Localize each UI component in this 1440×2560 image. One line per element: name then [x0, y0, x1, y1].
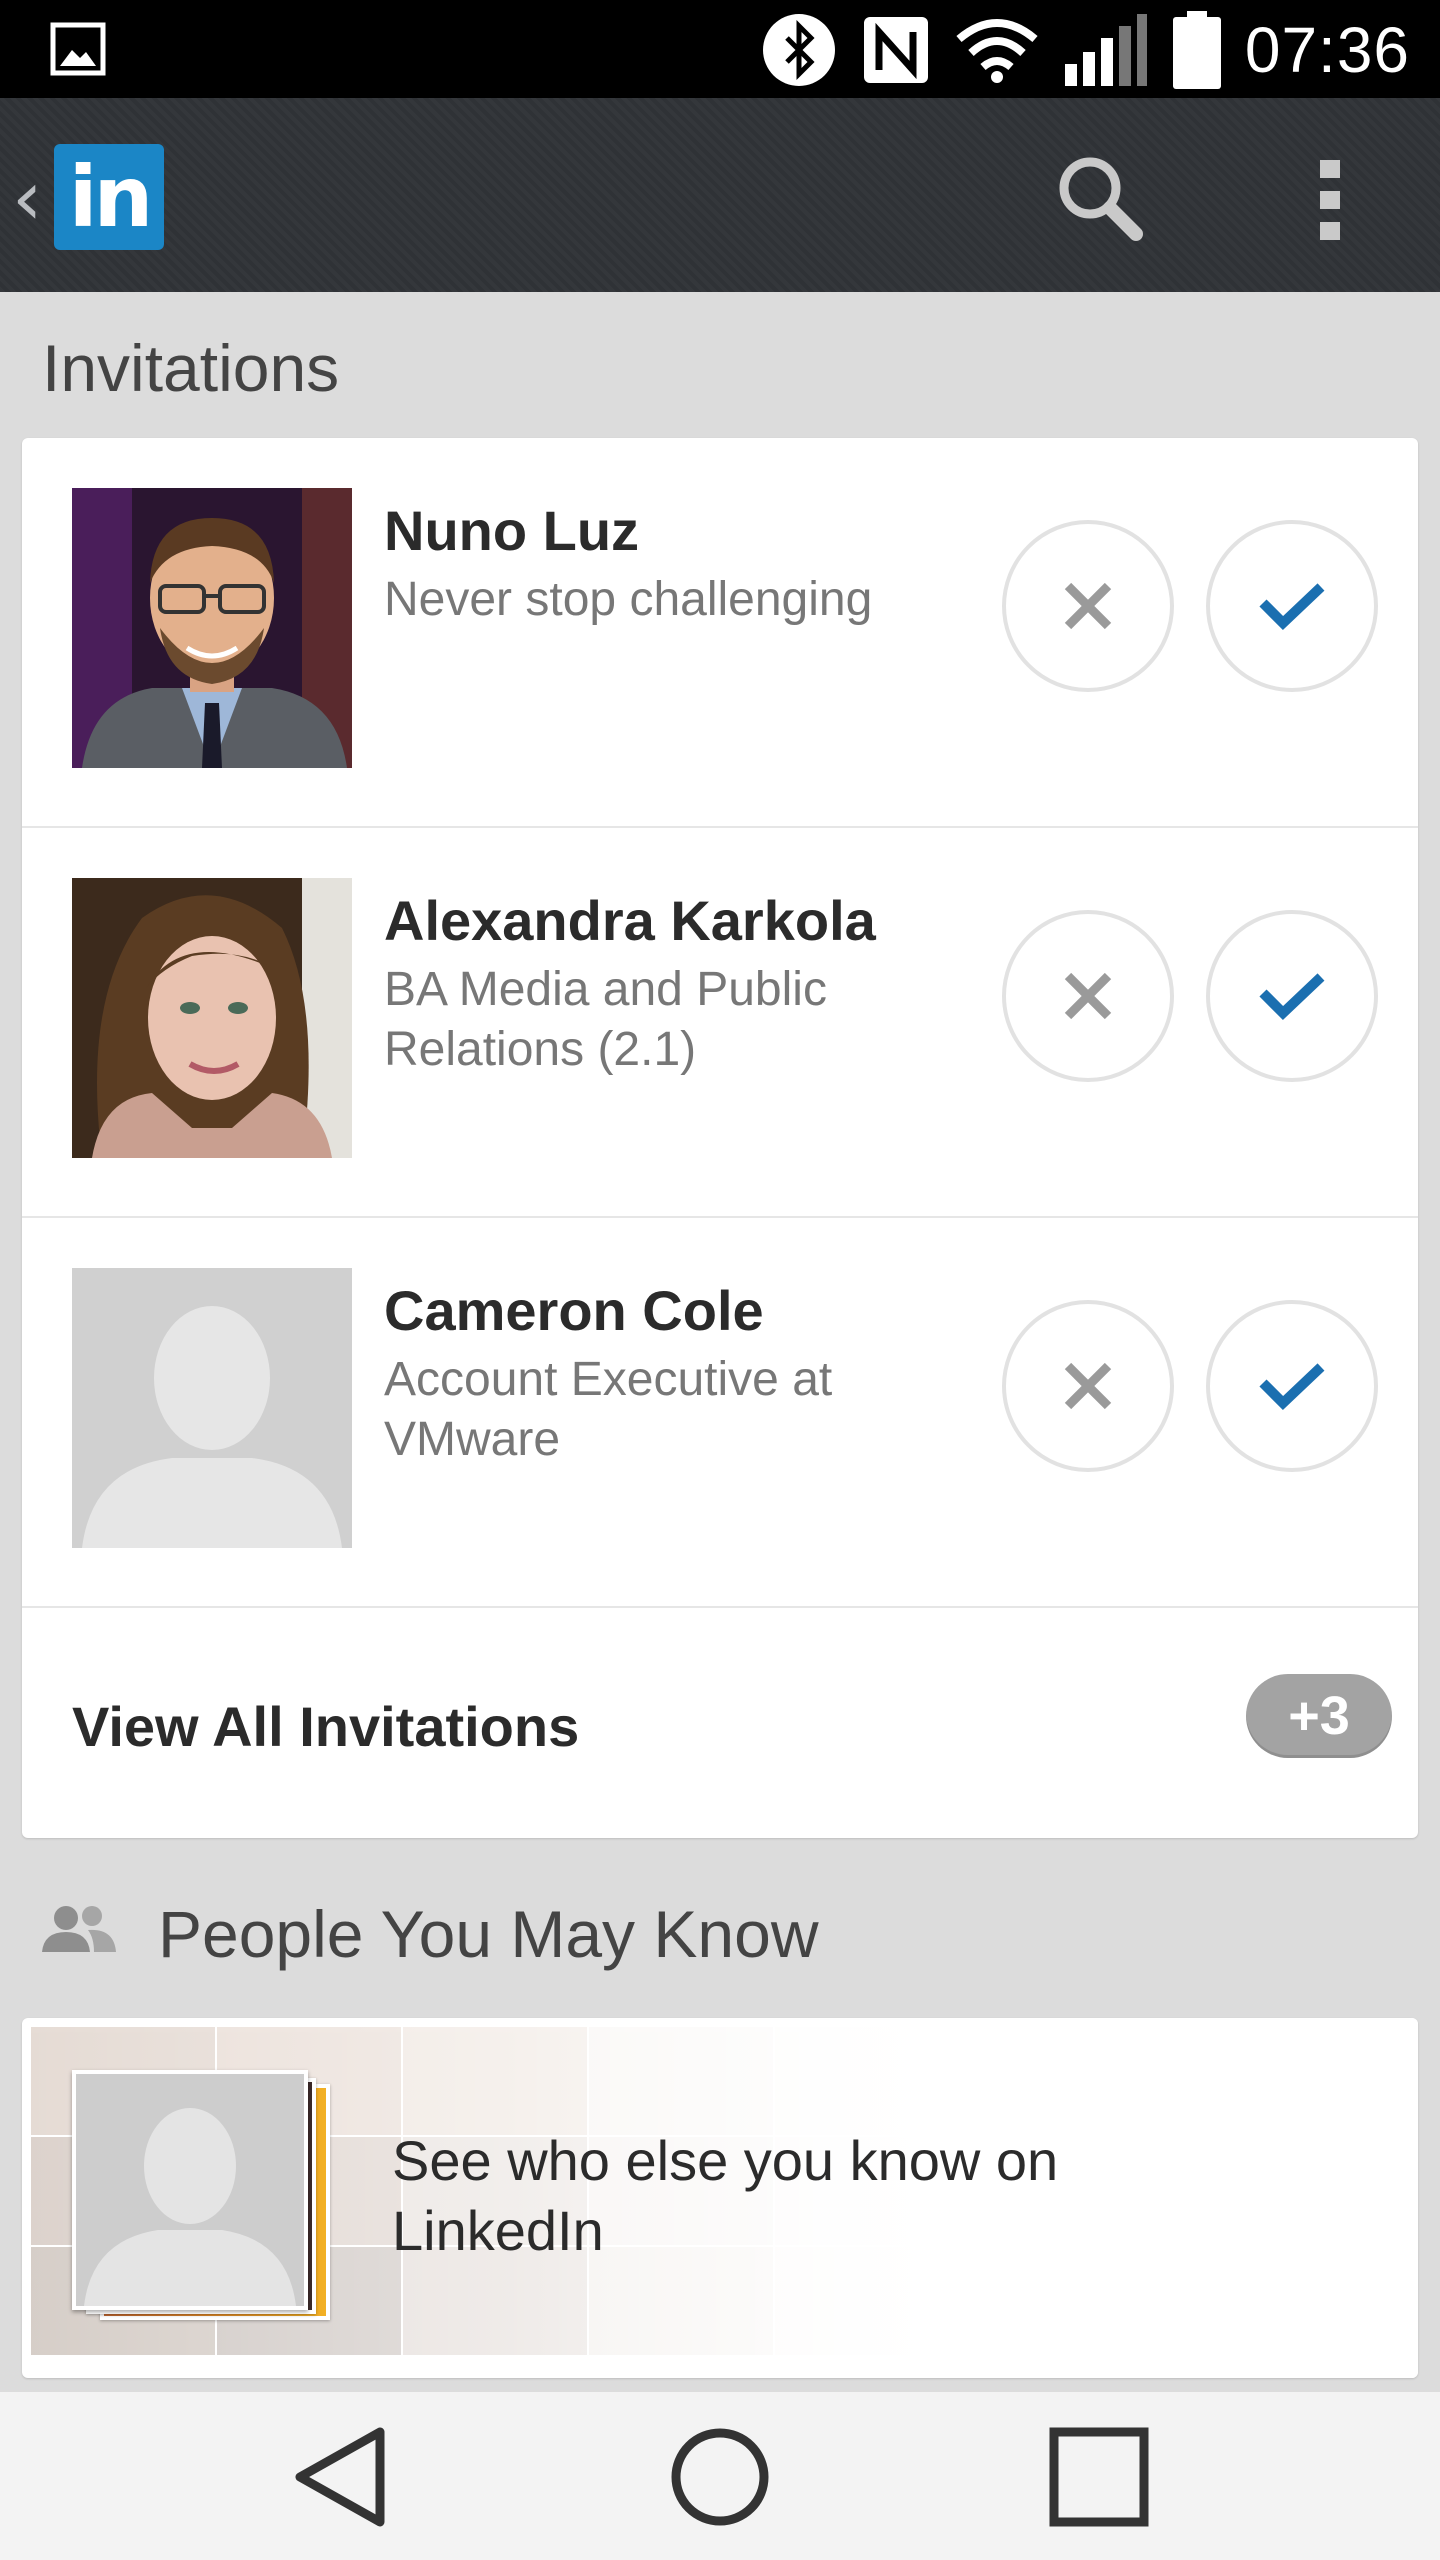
people-icon — [42, 1906, 116, 1952]
invitation-row[interactable]: Cameron Cole Account Executive at VMware — [22, 1218, 1418, 1608]
checkmark-icon — [1259, 583, 1325, 630]
wifi-icon — [956, 19, 1038, 83]
person-name[interactable]: Cameron Cole — [384, 1278, 764, 1343]
avatar-placeholder — [76, 2074, 304, 2306]
person-headline: Account Executive at VMware — [384, 1353, 833, 1466]
close-icon — [1064, 972, 1112, 1020]
system-nav-bar — [0, 2392, 1440, 2560]
accept-button[interactable] — [1206, 910, 1378, 1082]
search-icon[interactable] — [1050, 148, 1150, 248]
battery-icon — [1172, 11, 1221, 89]
more-count-badge: +3 — [1246, 1674, 1392, 1758]
overflow-menu-icon[interactable] — [1300, 150, 1360, 250]
accept-button[interactable] — [1206, 1300, 1378, 1472]
person-headline: Never stop challenging — [384, 573, 873, 626]
linkedin-logo[interactable]: in — [54, 144, 164, 250]
checkmark-icon — [1259, 973, 1325, 1020]
gallery-icon — [50, 22, 106, 76]
close-icon — [1064, 582, 1112, 630]
home-circle-icon[interactable] — [660, 2422, 780, 2532]
invitation-row[interactable]: Nuno Luz Never stop challenging — [22, 438, 1418, 828]
action-bar: ‹ in — [0, 98, 1440, 292]
bluetooth-icon — [762, 14, 835, 86]
person-headline: BA Media and Public Relations (2.1) — [384, 963, 827, 1076]
decline-button[interactable] — [1002, 1300, 1174, 1472]
pymk-card[interactable]: See who else you know on LinkedIn — [22, 2018, 1418, 2378]
invitation-row[interactable]: Alexandra Karkola BA Media and Public Re… — [22, 828, 1418, 1218]
close-icon — [1064, 1362, 1112, 1410]
view-all-label[interactable]: View All Invitations — [72, 1694, 579, 1759]
back-triangle-icon[interactable] — [280, 2422, 400, 2532]
back-chevron-icon[interactable]: ‹ — [12, 158, 52, 238]
decline-button[interactable] — [1002, 520, 1174, 692]
nfc-icon — [863, 17, 928, 83]
status-icons: 07:36 — [761, 10, 1410, 90]
avatar-placeholder[interactable] — [72, 1268, 352, 1548]
accept-button[interactable] — [1206, 520, 1378, 692]
avatar[interactable] — [72, 878, 352, 1158]
checkmark-icon — [1259, 1363, 1325, 1410]
invitations-heading: Invitations — [42, 331, 340, 405]
status-bar: 07:36 — [0, 0, 1440, 98]
decline-button[interactable] — [1002, 910, 1174, 1082]
invitations-card: Nuno Luz Never stop challenging Alexandr… — [22, 438, 1418, 1838]
recents-square-icon[interactable] — [1040, 2422, 1160, 2532]
avatar[interactable] — [72, 488, 352, 768]
pymk-promo-text[interactable]: See who else you know on LinkedIn — [392, 2126, 1192, 2266]
view-all-invitations[interactable]: View All Invitations +3 — [22, 1608, 1418, 1838]
signal-icon — [1064, 14, 1147, 86]
clock: 07:36 — [1244, 14, 1410, 86]
person-name[interactable]: Alexandra Karkola — [384, 888, 876, 953]
pymk-heading: People You May Know — [158, 1897, 819, 1971]
person-name[interactable]: Nuno Luz — [384, 498, 639, 563]
